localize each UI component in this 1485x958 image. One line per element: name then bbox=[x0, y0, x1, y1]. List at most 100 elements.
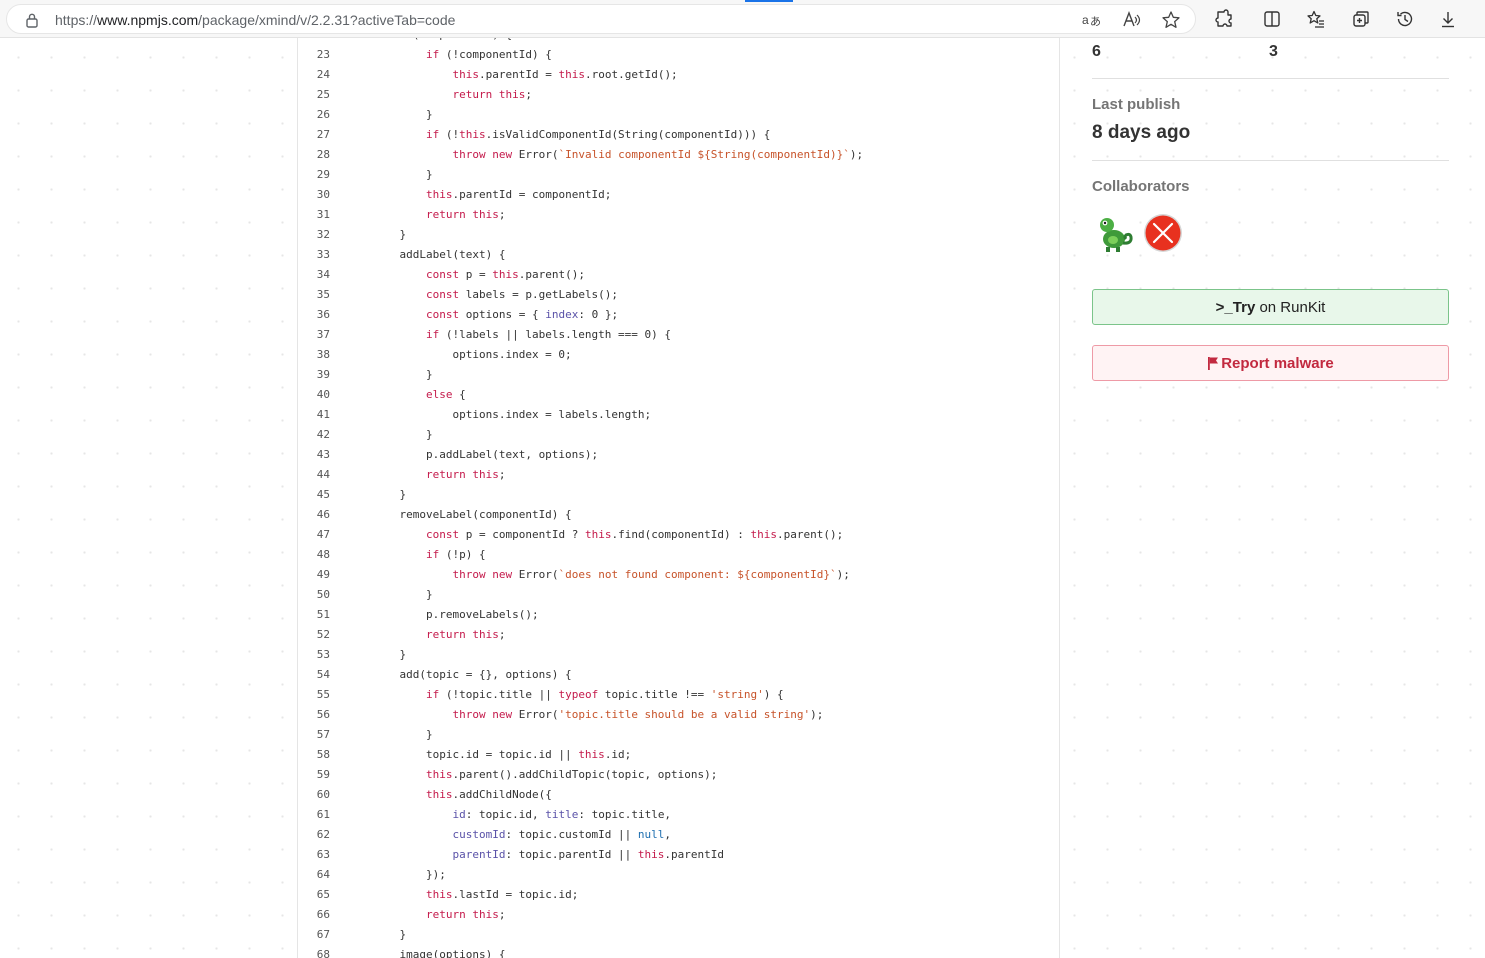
line-number: 44 bbox=[316, 468, 330, 481]
code-text: id: topic.id, title: topic.title, bbox=[452, 808, 672, 821]
line-number: 37 bbox=[316, 328, 330, 341]
line-number: 31 bbox=[316, 208, 330, 221]
code-text: if (!labels || labels.length === 0) { bbox=[425, 328, 672, 341]
code-line: 61 id: topic.id, title: topic.title, bbox=[298, 805, 1059, 825]
code-text: topic.id = topic.id || this.id; bbox=[373, 748, 632, 761]
line-number: 23 bbox=[316, 48, 330, 61]
line-number: 67 bbox=[316, 928, 330, 941]
try-on-runkit-button[interactable]: >_ Try on RunKit bbox=[1092, 289, 1449, 325]
line-number: 38 bbox=[316, 348, 330, 361]
code-text: else { bbox=[425, 388, 466, 401]
code-line: 24 this.parentId = this.root.getId(); bbox=[298, 65, 1059, 85]
code-text: customId: topic.customId || null, bbox=[452, 828, 672, 841]
collaborator-avatar-chameleon[interactable] bbox=[1094, 213, 1134, 253]
line-number: 27 bbox=[316, 128, 330, 141]
code-line: 28 throw new Error(`Invalid componentId … bbox=[298, 145, 1059, 165]
split-screen-icon[interactable] bbox=[1262, 9, 1282, 29]
code-line: 23 if (!componentId) { bbox=[298, 45, 1059, 65]
line-number: 46 bbox=[316, 508, 330, 521]
code-line: 45 } bbox=[298, 485, 1059, 505]
read-aloud-icon[interactable] bbox=[1121, 10, 1141, 30]
line-number: 30 bbox=[316, 188, 330, 201]
code-line: 66 return this; bbox=[298, 905, 1059, 925]
translate-icon[interactable]: a あ bbox=[1081, 10, 1101, 30]
code-text: }); bbox=[373, 868, 446, 881]
line-number: 35 bbox=[316, 288, 330, 301]
code-text: } bbox=[373, 928, 407, 941]
line-number: 33 bbox=[316, 248, 330, 261]
line-number: 68 bbox=[316, 948, 330, 958]
svg-text:a: a bbox=[1082, 13, 1089, 27]
code-line: 46 removeLabel(componentId) { bbox=[298, 505, 1059, 525]
code-text: } bbox=[373, 108, 433, 121]
line-number: 62 bbox=[316, 828, 330, 841]
code-text: } bbox=[373, 368, 433, 381]
extensions-icon[interactable] bbox=[1214, 9, 1234, 29]
code-line: 29 } bbox=[298, 165, 1059, 185]
code-line: 41 options.index = labels.length; bbox=[298, 405, 1059, 425]
collections-icon[interactable] bbox=[1351, 9, 1371, 29]
line-number: 47 bbox=[316, 528, 330, 541]
svg-text:あ: あ bbox=[1090, 15, 1101, 28]
url-text[interactable]: https://www.npmjs.com/package/xmind/v/2.… bbox=[55, 12, 455, 28]
code-line: 65 this.lastId = topic.id; bbox=[298, 885, 1059, 905]
code-line: 43 p.addLabel(text, options); bbox=[298, 445, 1059, 465]
code-line: 36 const options = { index: 0 }; bbox=[298, 305, 1059, 325]
report-malware-label: Report malware bbox=[1221, 354, 1334, 372]
code-text: } bbox=[373, 588, 433, 601]
line-number: 57 bbox=[316, 728, 330, 741]
code-line: 40 else { bbox=[298, 385, 1059, 405]
code-text: this.lastId = topic.id; bbox=[425, 888, 579, 901]
favorites-icon[interactable] bbox=[1306, 9, 1326, 29]
code-line: 48 if (!p) { bbox=[298, 545, 1059, 565]
code-line: 49 throw new Error(`does not found compo… bbox=[298, 565, 1059, 585]
code-text: on(componentId) { bbox=[373, 38, 512, 45]
code-line: 64 }); bbox=[298, 865, 1059, 885]
code-text: image(options) { bbox=[373, 948, 506, 958]
code-text: throw new Error('topic.title should be a… bbox=[452, 708, 824, 721]
code-text: this.parentId = this.root.getId(); bbox=[452, 68, 678, 81]
code-line: 52 return this; bbox=[298, 625, 1059, 645]
divider bbox=[1092, 160, 1449, 161]
code-viewer: 22 on(componentId) {23 if (!componentId)… bbox=[297, 38, 1060, 958]
line-number: 51 bbox=[316, 608, 330, 621]
line-number: 66 bbox=[316, 908, 330, 921]
code-text: if (!componentId) { bbox=[425, 48, 552, 61]
code-line: 31 return this; bbox=[298, 205, 1059, 225]
code-line: 57 } bbox=[298, 725, 1059, 745]
code-text: this.addChildNode({ bbox=[425, 788, 552, 801]
code-line: 37 if (!labels || labels.length === 0) { bbox=[298, 325, 1059, 345]
runkit-prompt: >_ bbox=[1215, 298, 1233, 316]
code-text: const p = this.parent(); bbox=[425, 268, 585, 281]
code-text: const options = { index: 0 }; bbox=[425, 308, 619, 321]
code-text: p.addLabel(text, options); bbox=[373, 448, 599, 461]
report-malware-button[interactable]: Report malware bbox=[1092, 345, 1449, 381]
code-text: return this; bbox=[425, 908, 506, 921]
code-text: addLabel(text) { bbox=[373, 248, 506, 261]
browser-toolbar: https://www.npmjs.com/package/xmind/v/2.… bbox=[0, 0, 1485, 38]
favorite-star-icon[interactable] bbox=[1161, 10, 1181, 30]
code-text: throw new Error(`Invalid componentId ${S… bbox=[452, 148, 864, 161]
code-line: 60 this.addChildNode({ bbox=[298, 785, 1059, 805]
line-number: 50 bbox=[316, 588, 330, 601]
code-line: 22 on(componentId) { bbox=[298, 38, 1059, 45]
code-line: 54 add(topic = {}, options) { bbox=[298, 665, 1059, 685]
code-text: if (!this.isValidComponentId(String(comp… bbox=[425, 128, 771, 141]
download-icon[interactable] bbox=[1438, 9, 1458, 29]
lock-icon[interactable] bbox=[25, 12, 39, 28]
code-line: 53 } bbox=[298, 645, 1059, 665]
line-number: 56 bbox=[316, 708, 330, 721]
code-text: if (!topic.title || typeof topic.title !… bbox=[425, 688, 784, 701]
last-publish-value: 8 days ago bbox=[1092, 122, 1191, 143]
line-number: 24 bbox=[316, 68, 330, 81]
line-number: 26 bbox=[316, 108, 330, 121]
collaborator-avatar-red-x[interactable] bbox=[1143, 213, 1183, 253]
line-number: 60 bbox=[316, 788, 330, 801]
code-line: 55 if (!topic.title || typeof topic.titl… bbox=[298, 685, 1059, 705]
line-number: 40 bbox=[316, 388, 330, 401]
code-text: this.parentId = componentId; bbox=[425, 188, 612, 201]
address-bar[interactable]: https://www.npmjs.com/package/xmind/v/2.… bbox=[6, 4, 1196, 34]
stat-left-value: 6 bbox=[1092, 43, 1101, 60]
divider bbox=[1092, 78, 1449, 79]
history-icon[interactable] bbox=[1395, 9, 1415, 29]
